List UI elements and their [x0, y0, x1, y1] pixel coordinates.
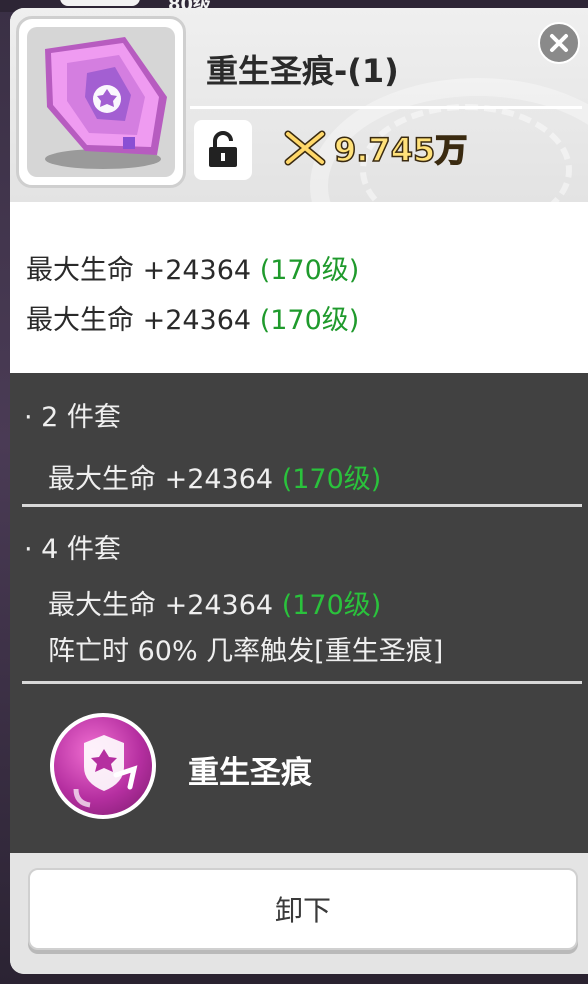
skill-icon[interactable]	[50, 713, 156, 819]
set-divider	[22, 681, 582, 684]
crossed-swords-icon	[284, 130, 326, 166]
set-2-header: · 2 件套	[24, 402, 121, 433]
close-button[interactable]	[538, 22, 580, 64]
background-tab	[60, 0, 140, 6]
stat-line: 最大生命 +24364 (170级)	[26, 248, 359, 287]
item-icon-frame	[16, 16, 186, 188]
set-bonus-panel: · 2 件套 最大生命 +24364 (170级) · 4 件套 最大生命 +2…	[10, 373, 588, 853]
item-header: 重生圣痕-(1) 9.745万	[10, 8, 588, 294]
stat-level: (170级)	[259, 305, 360, 336]
set-effect-text: 阵亡时 60% 几率触发[重生圣痕]	[48, 636, 444, 667]
set-bonus-text: 最大生命 +24364	[48, 464, 282, 495]
unlocked-padlock-icon	[209, 131, 237, 167]
set-bonus-level: (170级)	[281, 464, 382, 495]
set-4-bonus-line: 最大生命 +24364 (170级)	[48, 583, 381, 622]
close-icon	[550, 34, 568, 52]
title-row: 重生圣痕-(1)	[190, 36, 582, 109]
set-divider	[22, 504, 582, 507]
main-stats: 最大生命 +24364 (170级) 最大生命 +24364 (170级)	[10, 208, 588, 373]
item-title: 重生圣痕-(1)	[206, 52, 399, 90]
combat-power-value: 9.745万	[333, 130, 468, 170]
item-detail-panel: 重生圣痕-(1) 9.745万 最大生命 +24364 (170级) 最大生命 …	[10, 8, 588, 974]
stat-text: 最大生命 +24364	[26, 255, 260, 286]
action-bar: 卸下	[10, 853, 588, 974]
set-bonus-text: 最大生命 +24364	[48, 590, 282, 621]
rebirth-stigmata-skill-icon	[73, 735, 138, 808]
stat-text: 最大生命 +24364	[26, 305, 260, 336]
set-4-header: · 4 件套	[24, 534, 121, 565]
set-bonus-level: (170级)	[281, 590, 382, 621]
stat-line: 最大生命 +24364 (170级)	[26, 298, 359, 337]
item-icon-bg	[27, 27, 175, 177]
combat-power: 9.745万	[282, 128, 468, 170]
set-2-bonus-line: 最大生命 +24364 (170级)	[48, 457, 381, 496]
lock-toggle-button[interactable]	[194, 120, 252, 180]
skill-name: 重生圣痕	[188, 755, 312, 791]
stat-level: (170级)	[259, 255, 360, 286]
stigmata-crystal-icon	[45, 37, 167, 169]
unequip-button[interactable]: 卸下	[28, 868, 578, 950]
set-4-effect-line: 阵亡时 60% 几率触发[重生圣痕]	[48, 629, 443, 668]
